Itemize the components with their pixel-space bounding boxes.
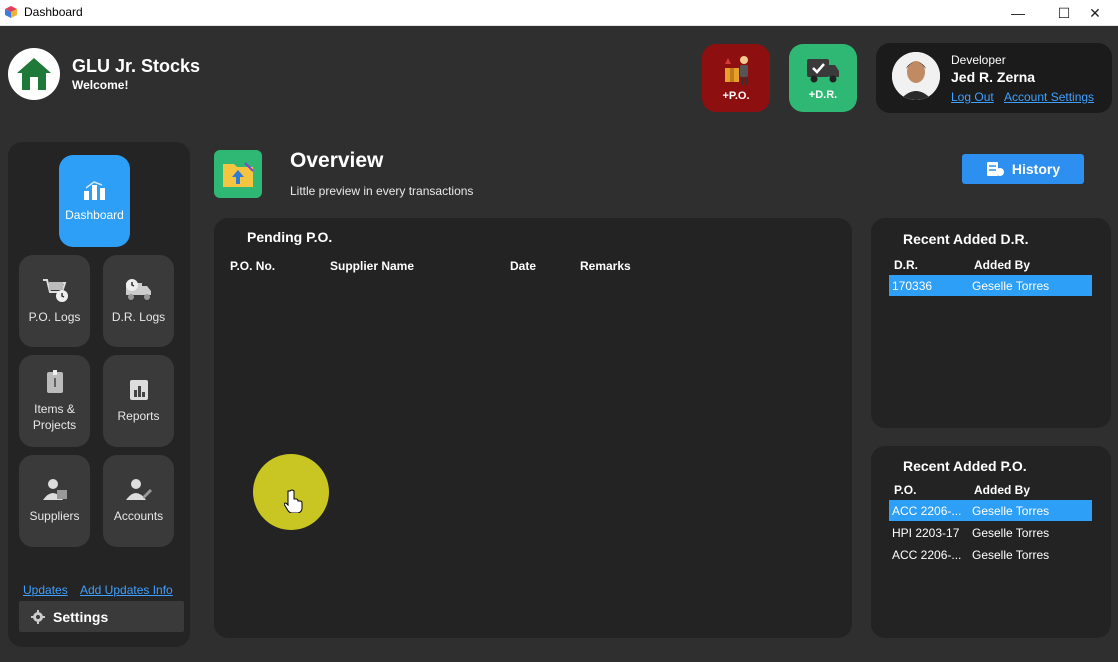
column-header-added-by[interactable]: Added By <box>974 483 1030 497</box>
user-role: Developer <box>951 53 1006 67</box>
account-settings-link[interactable]: Account Settings <box>1004 90 1094 104</box>
dashboard-icon <box>83 181 105 200</box>
house-logo-icon <box>8 48 60 100</box>
recent-dr-panel: Recent Added D.R. D.R. Added By 170336 G… <box>871 218 1111 428</box>
close-button[interactable]: ✕ <box>1072 0 1118 26</box>
app-cube-icon <box>5 6 17 18</box>
added-by: Geselle Torres <box>972 526 1050 540</box>
delivery-person-icon <box>725 56 748 85</box>
settings-label: Settings <box>53 608 109 625</box>
add-updates-link[interactable]: Add Updates Info <box>80 583 173 597</box>
column-header-added-by[interactable]: Added By <box>974 258 1030 272</box>
cursor-highlight <box>253 454 329 530</box>
window-title: Dashboard <box>24 5 83 19</box>
sidebar-item-label: Dashboard <box>65 207 124 222</box>
column-header-dr[interactable]: D.R. <box>894 258 918 272</box>
sidebar-item-label: D.R. Logs <box>111 309 166 324</box>
recent-po-title: Recent Added P.O. <box>903 458 1027 474</box>
logout-link[interactable]: Log Out <box>951 90 994 104</box>
table-row[interactable]: HPI 2203-17 Geselle Torres <box>889 522 1092 543</box>
po-number: HPI 2203-17 <box>892 526 960 540</box>
po-number: ACC 2206-... <box>892 504 962 518</box>
page-subtitle: Little preview in every transactions <box>290 184 474 198</box>
sidebar-item-reports[interactable]: Reports <box>103 355 174 447</box>
sidebar-item-suppliers[interactable]: Suppliers <box>19 455 90 547</box>
sidebar-item-label: P.O. Logs <box>28 309 81 324</box>
truck-clock-icon <box>125 278 151 300</box>
delivery-truck-icon <box>807 59 839 83</box>
added-by: Geselle Torres <box>972 548 1050 562</box>
recent-dr-title: Recent Added D.R. <box>903 231 1029 247</box>
user-card: Developer Jed R. Zerna Log Out Account S… <box>876 43 1112 113</box>
added-by: Geselle Torres <box>972 279 1050 293</box>
added-by: Geselle Torres <box>972 504 1050 518</box>
history-icon <box>986 162 1004 176</box>
po-number: ACC 2206-... <box>892 548 962 562</box>
window-titlebar: Dashboard — ☐ ✕ <box>0 0 1118 26</box>
settings-button[interactable]: Settings <box>19 601 184 632</box>
updates-link[interactable]: Updates <box>23 583 68 597</box>
folder-upload-icon <box>214 150 262 198</box>
dr-number: 170336 <box>892 279 933 293</box>
cart-clock-icon <box>42 278 68 302</box>
welcome-text: Welcome! <box>72 78 129 92</box>
sidebar-item-dr-logs[interactable]: D.R. Logs <box>103 255 174 347</box>
minimize-button[interactable]: — <box>995 0 1041 26</box>
supplier-icon <box>42 478 67 500</box>
history-label: History <box>1011 161 1061 177</box>
hand-pointer-icon <box>284 489 303 513</box>
add-dr-label: +D.R. <box>808 89 838 101</box>
avatar <box>892 52 940 100</box>
table-row[interactable]: 170336 Geselle Torres <box>889 275 1092 296</box>
report-icon <box>129 379 148 400</box>
gear-icon <box>31 609 45 624</box>
sidebar: Dashboard P.O. Logs D.R. Logs Items & Pro… <box>8 142 190 647</box>
sidebar-item-label: Reports <box>117 408 160 423</box>
pending-po-panel: Pending P.O. P.O. No. Supplier Name Date… <box>214 218 852 638</box>
sidebar-item-dashboard[interactable]: Dashboard <box>59 155 130 247</box>
table-row[interactable]: ACC 2206-... Geselle Torres <box>889 500 1092 521</box>
history-button[interactable]: History <box>962 154 1084 184</box>
items-icon <box>46 369 63 393</box>
add-po-button[interactable]: +P.O. <box>702 44 770 112</box>
accounts-icon <box>125 478 152 500</box>
sidebar-item-label: Suppliers <box>29 508 80 523</box>
sidebar-item-accounts[interactable]: Accounts <box>103 455 174 547</box>
column-header-po-no[interactable]: P.O. No. <box>230 259 275 273</box>
column-header-supplier[interactable]: Supplier Name <box>330 259 414 273</box>
column-header-po[interactable]: P.O. <box>894 483 916 497</box>
pending-po-title: Pending P.O. <box>247 229 333 245</box>
sidebar-item-label: Items & Projects <box>32 401 77 432</box>
column-header-remarks[interactable]: Remarks <box>580 259 631 273</box>
add-po-label: +P.O. <box>722 90 750 102</box>
column-header-date[interactable]: Date <box>510 259 536 273</box>
page-title: Overview <box>290 149 384 172</box>
app-name: GLU Jr. Stocks <box>72 56 201 76</box>
table-row[interactable]: ACC 2206-... Geselle Torres <box>889 544 1092 565</box>
sidebar-item-label: Accounts <box>113 508 164 523</box>
recent-po-panel: Recent Added P.O. P.O. Added By ACC 2206… <box>871 446 1111 638</box>
sidebar-item-items-projects[interactable]: Items & Projects <box>19 355 90 447</box>
sidebar-item-po-logs[interactable]: P.O. Logs <box>19 255 90 347</box>
add-dr-button[interactable]: +D.R. <box>789 44 857 112</box>
user-name: Jed R. Zerna <box>951 69 1036 85</box>
